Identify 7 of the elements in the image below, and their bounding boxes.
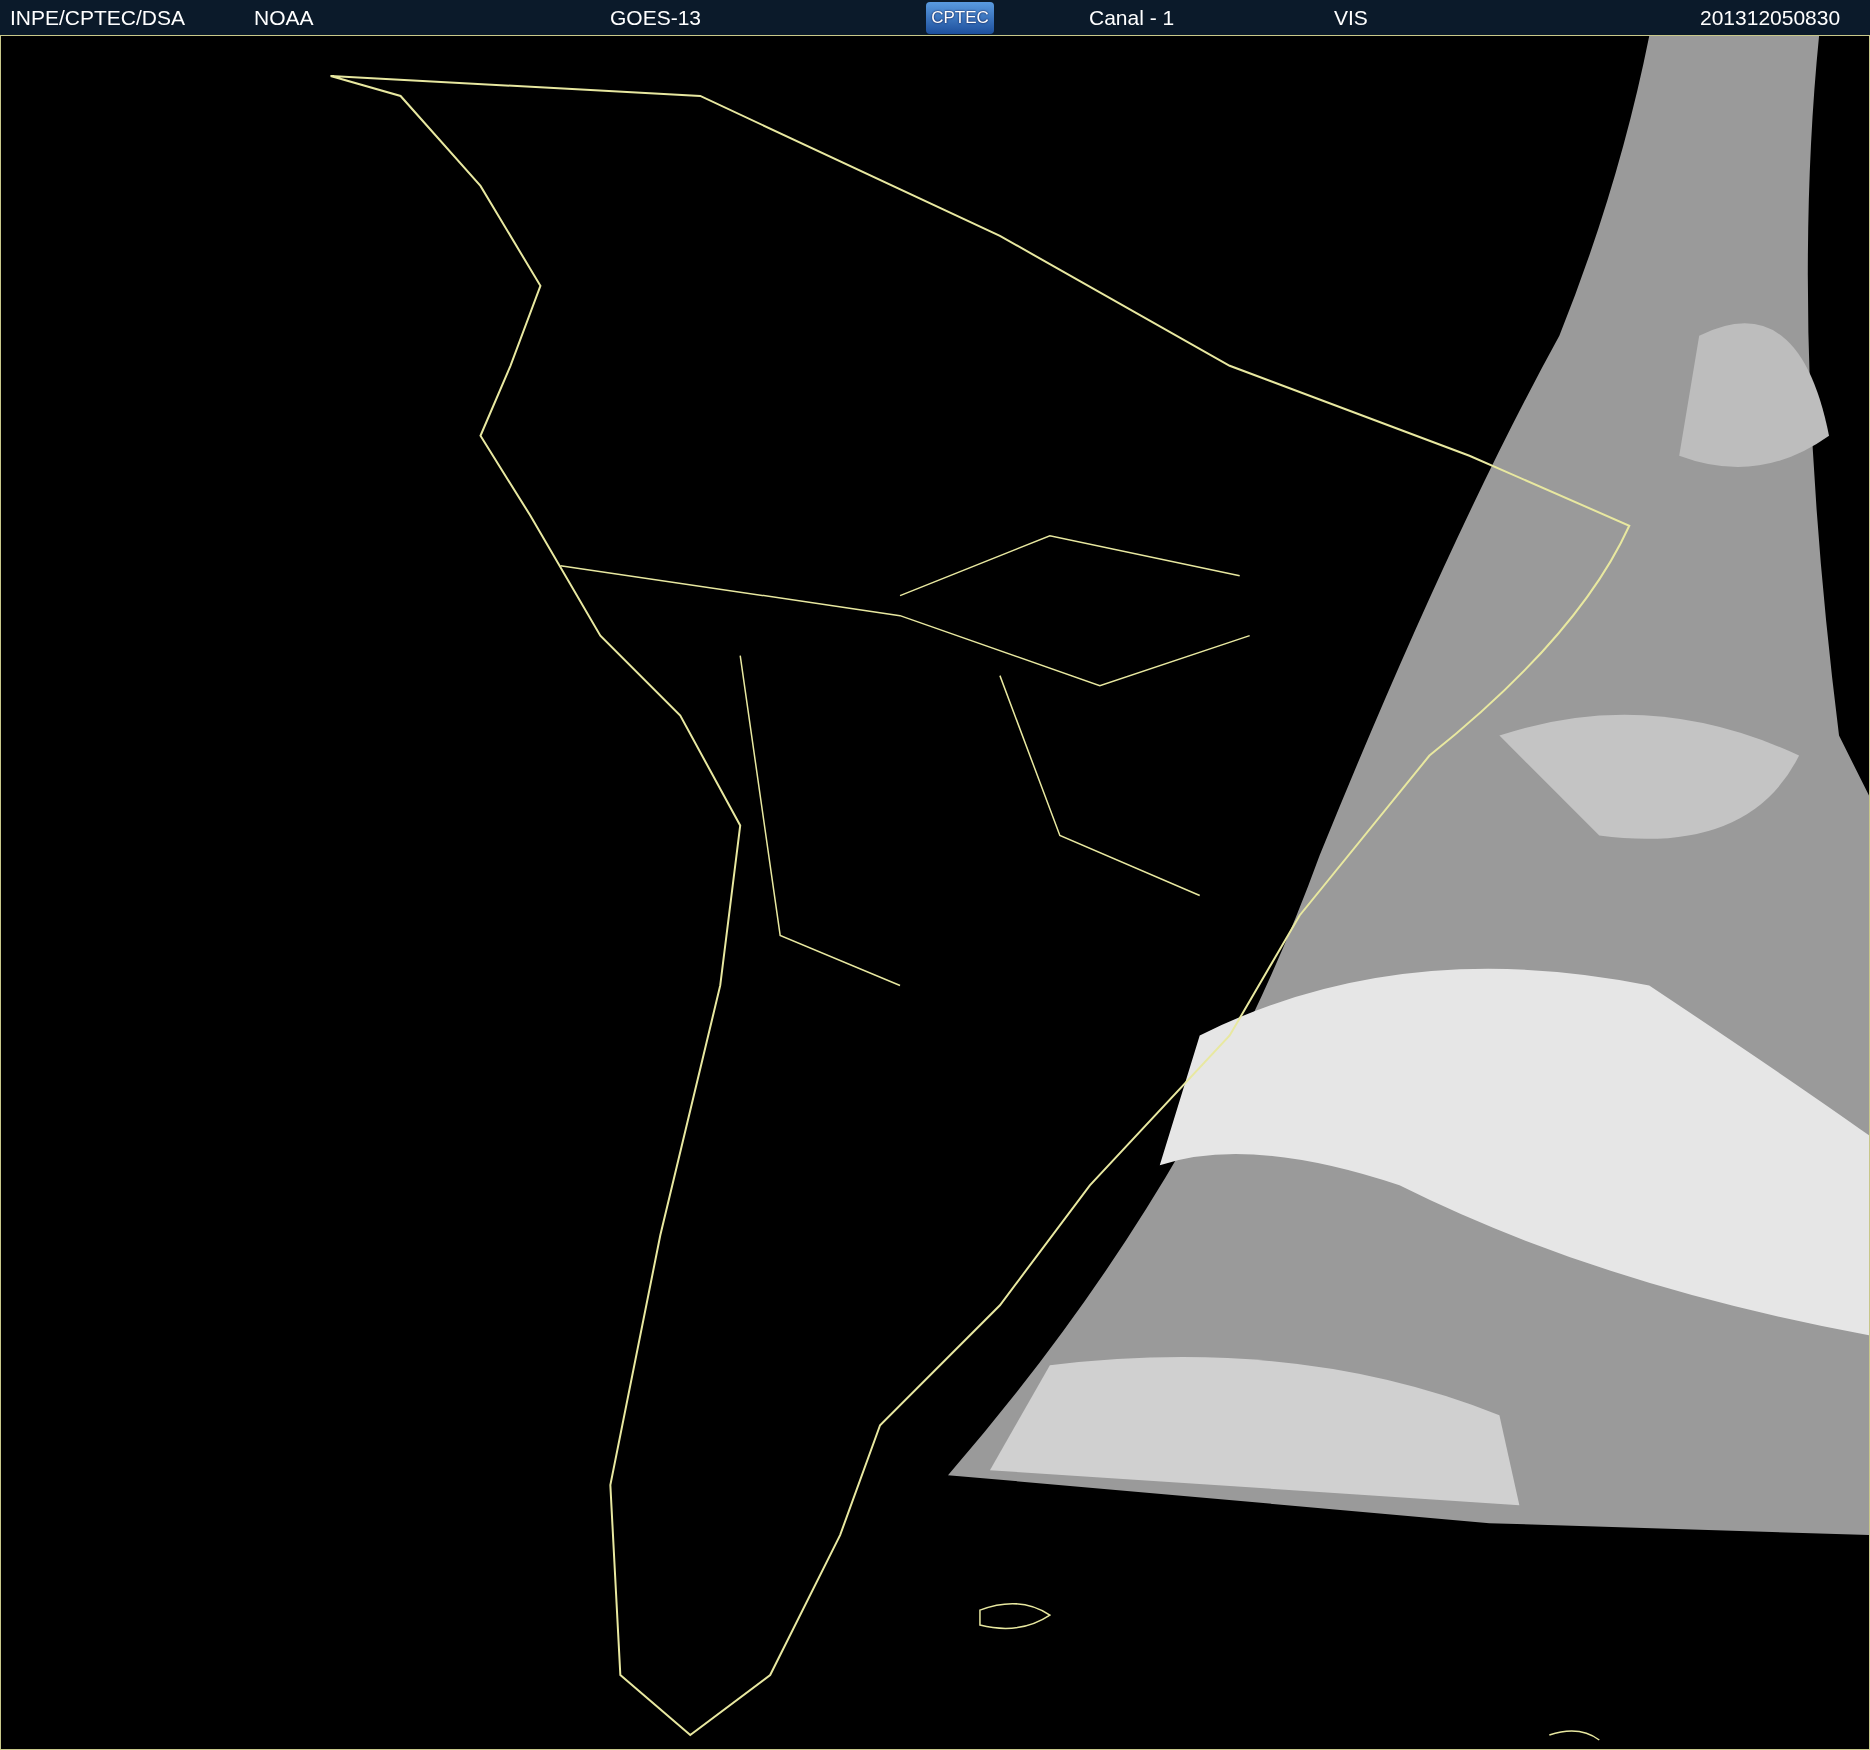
band-label: VIS xyxy=(1334,5,1369,30)
satellite-label: GOES-13 xyxy=(610,5,703,30)
agency-label: NOAA xyxy=(254,5,315,30)
source-label: INPE/CPTEC/DSA xyxy=(10,5,187,30)
logo: CPTEC xyxy=(926,1,994,34)
timestamp-label: 201312050830 xyxy=(1700,5,1842,30)
channel-label: Canal - 1 xyxy=(1089,5,1176,30)
